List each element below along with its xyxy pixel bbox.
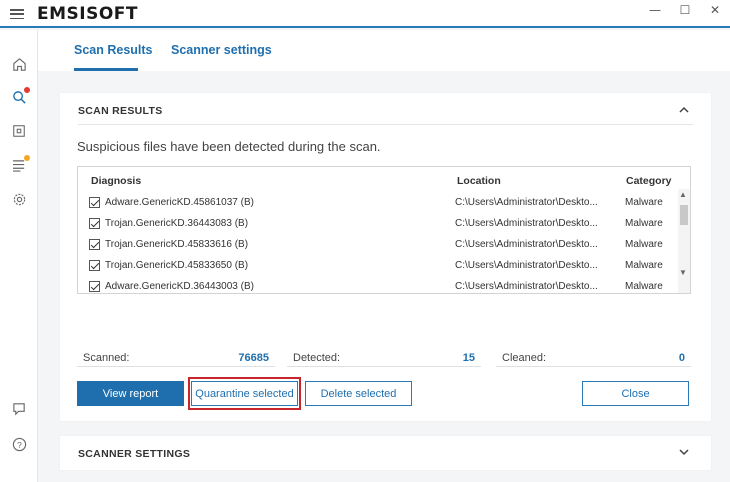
scan-summary-text: Suspicious files have been detected duri… (77, 139, 381, 154)
maximize-button[interactable]: ☐ (670, 0, 700, 20)
row-checkbox[interactable] (89, 281, 100, 292)
tab-bar: Scan Results Scanner settings (38, 30, 730, 71)
scroll-up-icon[interactable]: ▲ (679, 190, 687, 199)
warning-dot (24, 155, 30, 161)
highlight-box (188, 377, 301, 410)
close-window-button[interactable]: ✕ (700, 0, 730, 20)
scroll-thumb[interactable] (680, 205, 688, 225)
location-cell: C:\Users\Administrator\Deskto... (455, 260, 598, 271)
svg-text:?: ? (17, 439, 22, 449)
scanner-settings-title: SCANNER SETTINGS (78, 448, 191, 460)
results-table: Diagnosis Location Category Adware.Gener… (77, 166, 691, 294)
diagnosis-cell: Adware.GenericKD.36443003 (B) (105, 281, 254, 292)
window-controls: — ☐ ✕ (640, 0, 730, 26)
row-checkbox[interactable] (89, 197, 100, 208)
table-row[interactable]: Adware.GenericKD.36443003 (B) C:\Users\A… (78, 277, 678, 293)
category-cell: Malware (625, 260, 663, 271)
scanned-value: 76685 (238, 352, 269, 364)
tab-scanner-settings[interactable]: Scanner settings (171, 43, 272, 57)
location-cell: C:\Users\Administrator\Deskto... (455, 239, 598, 250)
minimize-button[interactable]: — (640, 0, 670, 20)
scanner-settings-card[interactable]: SCANNER SETTINGS (60, 436, 711, 470)
notification-dot (24, 87, 30, 93)
chat-icon[interactable] (10, 400, 28, 418)
table-scrollbar[interactable]: ▲ ▼ (678, 189, 690, 293)
scan-results-title: SCAN RESULTS (78, 105, 163, 117)
table-row[interactable]: Trojan.GenericKD.36443083 (B) C:\Users\A… (78, 214, 678, 235)
location-cell: C:\Users\Administrator\Deskto... (455, 218, 598, 229)
scan-icon[interactable] (10, 87, 30, 106)
category-cell: Malware (625, 281, 663, 292)
table-row[interactable]: Trojan.GenericKD.45833616 (B) C:\Users\A… (78, 235, 678, 256)
location-cell: C:\Users\Administrator\Deskto... (455, 197, 598, 208)
category-cell: Malware (625, 197, 663, 208)
sidebar: ? (0, 30, 38, 482)
close-button[interactable]: Close (582, 381, 689, 406)
title-bar: EMSISOFT — ☐ ✕ (0, 0, 730, 28)
stat-scanned: Scanned: 76685 (77, 347, 275, 367)
row-checkbox[interactable] (89, 218, 100, 229)
app-logo: EMSISOFT (37, 4, 139, 24)
chevron-down-icon[interactable] (679, 447, 689, 457)
settings-icon[interactable] (10, 190, 28, 208)
detected-label: Detected: (293, 352, 341, 364)
quarantine-icon[interactable] (10, 122, 28, 140)
detected-value: 15 (462, 352, 475, 364)
diagnosis-cell: Trojan.GenericKD.45833616 (B) (105, 239, 249, 250)
tab-scan-results[interactable]: Scan Results (74, 43, 153, 57)
category-cell: Malware (625, 218, 663, 229)
category-cell: Malware (625, 239, 663, 250)
app-window: EMSISOFT — ☐ ✕ ? Scan Results Scanner se… (0, 0, 730, 482)
row-checkbox[interactable] (89, 239, 100, 250)
view-report-button[interactable]: View report (77, 381, 184, 406)
column-header-diagnosis[interactable]: Diagnosis (91, 175, 141, 187)
column-header-location[interactable]: Location (457, 175, 501, 187)
help-icon[interactable]: ? (10, 435, 28, 453)
diagnosis-cell: Trojan.GenericKD.36443083 (B) (105, 218, 249, 229)
active-tab-indicator (74, 68, 138, 71)
stat-cleaned: Cleaned: 0 (496, 347, 691, 367)
home-icon[interactable] (10, 55, 28, 73)
menu-icon[interactable] (10, 9, 24, 20)
scroll-down-icon[interactable]: ▼ (679, 268, 687, 277)
logs-icon[interactable] (10, 155, 30, 174)
delete-selected-button[interactable]: Delete selected (305, 381, 412, 406)
row-checkbox[interactable] (89, 260, 100, 271)
column-header-category[interactable]: Category (626, 175, 672, 187)
diagnosis-cell: Trojan.GenericKD.45833650 (B) (105, 260, 249, 271)
cleaned-value: 0 (678, 352, 685, 364)
chevron-up-icon[interactable] (679, 105, 689, 115)
divider (78, 124, 693, 125)
location-cell: C:\Users\Administrator\Deskto... (455, 281, 598, 292)
diagnosis-cell: Adware.GenericKD.45861037 (B) (105, 197, 254, 208)
stat-detected: Detected: 15 (287, 347, 481, 367)
scanned-label: Scanned: (83, 352, 130, 364)
cleaned-label: Cleaned: (502, 352, 547, 364)
table-row[interactable]: Adware.GenericKD.45861037 (B) C:\Users\A… (78, 193, 678, 214)
table-row[interactable]: Trojan.GenericKD.45833650 (B) C:\Users\A… (78, 256, 678, 277)
